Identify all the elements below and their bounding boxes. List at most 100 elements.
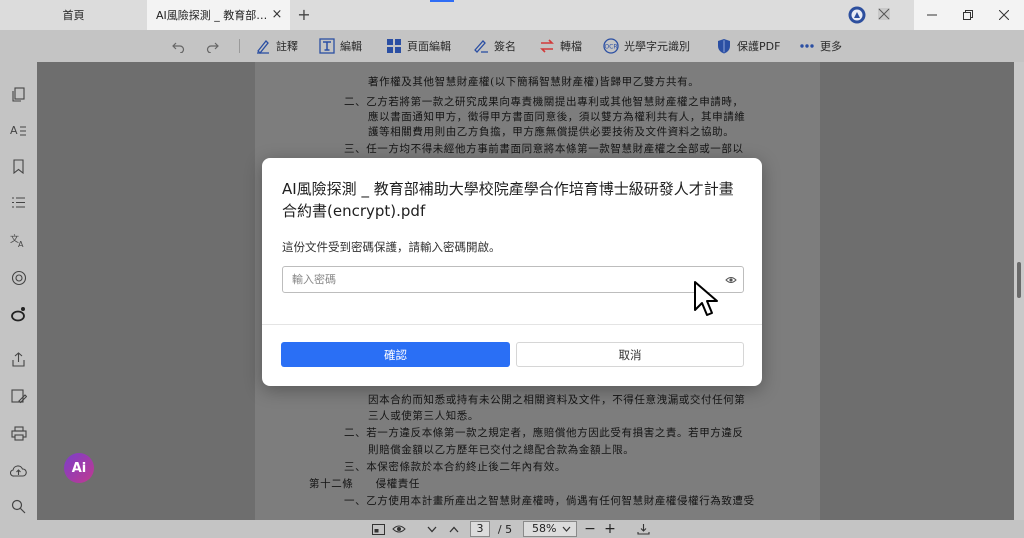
mouse-cursor-icon	[694, 281, 718, 316]
tab-home[interactable]: 首頁	[0, 0, 147, 30]
doc-text-line: 因本合約而知悉或持有未公開之相關資料及文件，不得任意洩漏或交付任何第	[368, 394, 746, 406]
tab-loading-indicator	[430, 0, 454, 2]
ocr-button[interactable]: OCR 光學字元識別	[603, 30, 690, 62]
sign-label: 簽名	[494, 40, 516, 53]
doc-text-line: 應以書面通知甲方，徵得甲方書面同意後，須以雙方為權利共有人，其申請維	[368, 111, 746, 123]
dialog-divider	[262, 324, 762, 325]
text-search-icon[interactable]: A	[10, 122, 27, 139]
redo-button[interactable]	[206, 30, 224, 62]
svg-text:A: A	[10, 124, 18, 137]
zoom-select[interactable]: 58%	[523, 521, 577, 537]
total-pages: / 5	[497, 522, 513, 536]
toolbar-divider	[239, 39, 240, 53]
page-number-input[interactable]: 3	[470, 521, 490, 537]
restore-button[interactable]	[950, 0, 986, 30]
annotate-button[interactable]: 註釋	[255, 30, 298, 62]
protect-pdf-button[interactable]: 保護PDF	[716, 30, 780, 62]
convert-icon	[540, 39, 554, 53]
undo-button[interactable]	[172, 30, 190, 62]
chevron-down-icon	[427, 526, 437, 532]
password-input[interactable]	[282, 266, 744, 293]
ocr-sidebar-icon[interactable]	[10, 269, 27, 286]
doc-text-line: 護等相關費用則由乙方負擔，甲方應無償提供必要技術及文件資料之協助。	[368, 126, 735, 138]
zoom-value: 58%	[532, 522, 557, 535]
ai-assistant-button[interactable]: Ai	[64, 453, 94, 483]
minimize-icon	[927, 14, 937, 16]
close-button[interactable]	[986, 0, 1022, 30]
restore-icon	[963, 10, 973, 20]
tab-document-label: AI風險探測 _ 教育部補助大學校院產學合作培育博士級研發人才計畫合約書(enc…	[156, 9, 268, 22]
profile-icon[interactable]	[848, 6, 866, 24]
more-label: 更多	[820, 40, 842, 53]
doc-text-line: 二、乙方若將第一款之研究成果向專責機關提出專利或其他智慧財產權之申請時，	[344, 96, 744, 108]
doc-text-line: 三、本保密條款於本合約終止後二年內有效。	[344, 461, 566, 473]
edit-button[interactable]: 編輯	[319, 30, 362, 62]
password-dialog: AI風險探測 _ 教育部補助大學校院產學合作培育博士級研發人才計畫合約書(enc…	[262, 158, 762, 386]
doc-text-line: 一、乙方使用本計畫所產出之智慧財產權時，倘遇有任何智慧財產權侵權行為致遭受	[344, 495, 755, 507]
cancel-button[interactable]: 取消	[516, 342, 744, 367]
tab-home-label: 首頁	[62, 9, 85, 22]
doc-text-line: 則賠償金額以乙方歷年已交付之總配合款為金額上限。	[368, 444, 635, 456]
main-toolbar: 註釋 編輯 頁面編輯 簽名 轉檔 OCR 光學字元識別 保護PDF 更多	[0, 30, 1024, 62]
eye-reading-icon	[392, 525, 406, 533]
ai-assistant-icon[interactable]	[10, 305, 27, 322]
pen-icon	[257, 40, 269, 54]
view-mode-icon	[371, 523, 385, 535]
translate-icon[interactable]: 文A	[10, 232, 27, 249]
scrollbar-thumb[interactable]	[1017, 262, 1021, 298]
redo-icon	[206, 42, 219, 53]
annotate-label: 註釋	[276, 40, 298, 53]
eye-icon[interactable]	[725, 274, 737, 286]
prev-page-button[interactable]	[446, 520, 462, 538]
outline-list-icon[interactable]	[10, 194, 27, 211]
dialog-title: AI風險探測 _ 教育部補助大學校院產學合作培育博士級研發人才計畫合約書(enc…	[282, 180, 734, 220]
grid-icon	[387, 39, 401, 53]
svg-text:OCR: OCR	[604, 44, 617, 51]
ocr-label: 光學字元識別	[624, 40, 690, 53]
convert-label: 轉檔	[560, 40, 582, 53]
view-mode-button[interactable]	[370, 520, 386, 538]
cloud-upload-icon[interactable]	[10, 462, 27, 479]
close-icon	[999, 10, 1009, 20]
fit-width-icon	[636, 524, 650, 535]
chevron-up-icon	[449, 526, 459, 532]
page-edit-label: 頁面編輯	[407, 40, 451, 53]
confirm-button[interactable]: 確認	[281, 342, 510, 367]
zoom-in-button[interactable]: +	[602, 520, 618, 538]
doc-text-line: 三人或使第三人知悉。	[368, 410, 479, 422]
search-icon[interactable]	[10, 498, 27, 515]
doc-text-line: 三、任一方均不得未經他方事前書面同意將本條第一款智慧財產權之全部或一部以	[344, 143, 744, 155]
share-icon[interactable]	[10, 351, 27, 368]
page-edit-button[interactable]: 頁面編輯	[386, 30, 451, 62]
reading-mode-button[interactable]	[391, 520, 407, 538]
thumbnails-icon[interactable]	[10, 86, 27, 103]
tab-document[interactable]: AI風險探測 _ 教育部補助大學校院產學合作培育博士級研發人才計畫合約書(enc…	[147, 0, 290, 30]
sign-button[interactable]: 簽名	[473, 30, 516, 62]
edit-text-icon	[319, 38, 335, 54]
chevron-down-icon	[562, 526, 571, 532]
svg-text:A: A	[18, 240, 24, 248]
protect-pdf-label: 保護PDF	[737, 40, 781, 53]
convert-button[interactable]: 轉檔	[539, 30, 582, 62]
new-tab-button[interactable]: +	[294, 5, 314, 25]
print-icon[interactable]	[10, 425, 27, 442]
tab-close-icon[interactable]: ×	[270, 8, 284, 22]
doc-text-line: 著作權及其他智慧財產權(以下簡稱智慧財產權)皆歸甲乙雙方共有。	[368, 76, 700, 88]
dialog-message: 這份文件受到密碼保護，請輸入密碼開啟。	[282, 240, 501, 254]
more-button[interactable]: 更多	[799, 30, 842, 62]
title-bar: 首頁 AI風險探測 _ 教育部補助大學校院產學合作培育博士級研發人才計畫合約書(…	[0, 0, 1024, 30]
bookmark-icon[interactable]	[10, 158, 27, 175]
fit-page-button[interactable]	[635, 520, 651, 538]
bottom-bar: 3 / 5 58% − +	[0, 520, 1024, 538]
next-page-button[interactable]	[424, 520, 440, 538]
left-sidebar: A 文A	[0, 62, 37, 520]
shield-icon	[718, 39, 730, 54]
flag-icon[interactable]	[878, 8, 890, 20]
window-controls	[914, 0, 1024, 30]
more-dots-icon	[800, 44, 814, 48]
doc-section-heading: 第十二條 侵權責任	[309, 478, 420, 490]
zoom-out-button[interactable]: −	[582, 520, 598, 538]
minimize-button[interactable]	[914, 0, 950, 30]
signature-icon	[474, 40, 488, 53]
form-edit-icon[interactable]	[10, 388, 27, 405]
